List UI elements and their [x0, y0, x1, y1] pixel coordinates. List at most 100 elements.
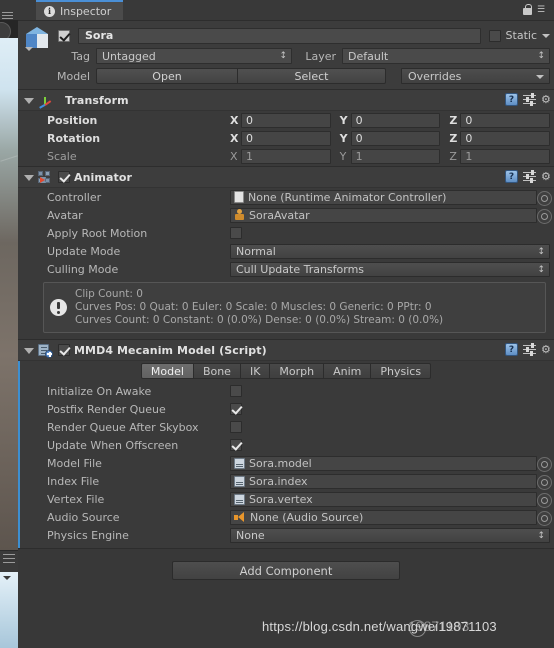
- animator-foldout-icon[interactable]: [24, 174, 34, 181]
- scale-label: Scale: [47, 150, 77, 163]
- animator-header[interactable]: Animator ? ⚙: [18, 167, 554, 188]
- info-curves-count: Curves Count: 0 Constant: 0 (0.0%) Dense…: [75, 314, 444, 326]
- animator-avatar-row: Avatar SoraAvatar: [18, 206, 554, 224]
- tab-inspector[interactable]: i Inspector: [36, 0, 124, 20]
- animator-info-text: Clip Count: 0 Curves Pos: 0 Quat: 0 Eule…: [75, 288, 443, 327]
- initialize-on-awake-checkbox[interactable]: [230, 385, 242, 397]
- tab-menu-icon[interactable]: ☰: [537, 6, 550, 15]
- scale-z-field[interactable]: 1: [460, 149, 551, 164]
- tab-model[interactable]: Model: [140, 363, 194, 379]
- transform-header-icons: ? ⚙: [505, 92, 552, 106]
- postfix-render-queue-checkbox[interactable]: [230, 403, 242, 415]
- rotation-x-field[interactable]: 0: [241, 130, 331, 146]
- preset-sliders-icon[interactable]: [523, 169, 536, 183]
- update-mode-value: Normal: [236, 244, 276, 258]
- transform-title: Transform: [65, 93, 129, 107]
- sliver-divider-bar[interactable]: [0, 550, 18, 573]
- sliver-dropdown-icon[interactable]: [3, 576, 11, 580]
- model-file-object-field[interactable]: Sora.model: [230, 455, 537, 471]
- help-book-icon[interactable]: ?: [505, 93, 518, 106]
- position-x-field[interactable]: 0: [241, 112, 331, 128]
- tab-physics[interactable]: Physics: [371, 363, 432, 379]
- gameobject-enabled-checkbox[interactable]: [58, 29, 70, 42]
- index-file-object-field[interactable]: Sora.index: [230, 473, 537, 489]
- avatar-icon: [234, 209, 245, 221]
- transform-foldout-icon[interactable]: [24, 97, 34, 104]
- animator-icon: [38, 170, 52, 184]
- gear-icon[interactable]: ⚙: [541, 171, 552, 182]
- apply-root-motion-label: Apply Root Motion: [47, 226, 148, 240]
- scale-y-field[interactable]: 1: [350, 149, 441, 164]
- initialize-on-awake-label: Initialize On Awake: [47, 384, 152, 398]
- static-chevron-down-icon[interactable]: [542, 33, 550, 38]
- culling-mode-dropdown[interactable]: Cull Update Transforms ↕: [230, 261, 550, 277]
- transform-position-row: Position X 0 Y 0 Z 0: [18, 111, 554, 129]
- update-mode-dropdown[interactable]: Normal ↕: [230, 243, 550, 259]
- preset-sliders-icon[interactable]: [523, 342, 536, 356]
- index-file-label: Index File: [47, 474, 100, 488]
- tab-morph[interactable]: Morph: [270, 363, 325, 379]
- lock-icon[interactable]: [523, 4, 532, 15]
- audio-source-row: Audio Source None (Audio Source): [18, 508, 554, 526]
- mmd-header[interactable]: MMD4 Mecanim Model (Script) ? ⚙: [18, 340, 554, 361]
- tab-bone[interactable]: Bone: [193, 363, 241, 379]
- mmd-title: MMD4 Mecanim Model (Script): [74, 343, 267, 357]
- transform-header[interactable]: Transform ? ⚙: [18, 90, 554, 111]
- gear-icon[interactable]: ⚙: [541, 94, 552, 105]
- physics-engine-dropdown[interactable]: None ↕: [230, 527, 550, 543]
- tab-ik[interactable]: IK: [240, 363, 271, 379]
- audio-source-object-picker[interactable]: [537, 511, 552, 526]
- animator-controller-row: Controller None (Runtime Animator Contro…: [18, 188, 554, 206]
- mmd-tab-strip: Model Bone IK Morph Anim Physics: [18, 361, 554, 382]
- controller-object-picker[interactable]: [537, 191, 552, 206]
- mmd-foldout-icon[interactable]: [24, 347, 34, 354]
- position-y-field[interactable]: 0: [350, 112, 441, 128]
- model-label: Model: [56, 69, 90, 83]
- gear-icon[interactable]: ⚙: [541, 344, 552, 355]
- animator-title: Animator: [74, 170, 133, 184]
- audio-source-label: Audio Source: [47, 510, 120, 524]
- vertex-file-object-picker[interactable]: [537, 493, 552, 508]
- vertex-file-object-field[interactable]: Sora.vertex: [230, 491, 537, 507]
- add-component-area: Add Component: [18, 549, 554, 580]
- info-icon: i: [44, 5, 55, 17]
- avatar-object-field[interactable]: SoraAvatar: [230, 207, 537, 223]
- index-file-object-picker[interactable]: [537, 475, 552, 490]
- apply-root-motion-checkbox[interactable]: [230, 227, 242, 239]
- model-file-icon: [234, 457, 245, 469]
- update-when-offscreen-row: Update When Offscreen: [18, 436, 554, 454]
- watermark-overlay: 19871103: [408, 618, 470, 634]
- preset-sliders-icon[interactable]: [523, 92, 536, 106]
- scale-x-field[interactable]: 1: [241, 149, 331, 164]
- vertex-file-label: Vertex File: [47, 492, 105, 506]
- render-queue-after-skybox-checkbox[interactable]: [230, 421, 242, 433]
- position-z-axis: Z: [449, 113, 458, 127]
- overrides-dropdown[interactable]: Overrides: [401, 68, 550, 84]
- update-when-offscreen-checkbox[interactable]: [230, 439, 242, 451]
- physics-engine-row: Physics Engine None ↕: [18, 526, 554, 544]
- layer-dropdown[interactable]: Default ↕: [342, 48, 550, 64]
- avatar-object-picker[interactable]: [537, 209, 552, 224]
- gameobject-name-field[interactable]: Sora: [78, 27, 481, 44]
- render-queue-after-skybox-row: Render Queue After Skybox: [18, 418, 554, 436]
- help-book-icon[interactable]: ?: [505, 343, 518, 356]
- model-file-object-picker[interactable]: [537, 457, 552, 472]
- add-component-button[interactable]: Add Component: [172, 561, 400, 580]
- rotation-z-field[interactable]: 0: [460, 130, 551, 146]
- tag-dropdown[interactable]: Untagged ↕: [96, 48, 292, 64]
- culling-mode-updown-icon: ↕: [537, 264, 545, 275]
- controller-object-field[interactable]: None (Runtime Animator Controller): [230, 189, 537, 205]
- audio-source-object-field[interactable]: None (Audio Source): [230, 509, 537, 525]
- select-button[interactable]: Select: [238, 68, 386, 84]
- help-book-icon[interactable]: ?: [505, 170, 518, 183]
- static-checkbox[interactable]: [488, 29, 501, 42]
- tab-anim[interactable]: Anim: [324, 363, 372, 379]
- animator-enabled-checkbox[interactable]: [58, 171, 70, 183]
- mmd-enabled-checkbox[interactable]: [58, 344, 70, 356]
- hamburger-icon[interactable]: [2, 12, 13, 19]
- warning-icon: [50, 299, 67, 316]
- open-button[interactable]: Open: [96, 68, 238, 84]
- transform-icon: [38, 93, 52, 109]
- rotation-y-field[interactable]: 0: [350, 130, 441, 146]
- position-z-field[interactable]: 0: [460, 112, 551, 128]
